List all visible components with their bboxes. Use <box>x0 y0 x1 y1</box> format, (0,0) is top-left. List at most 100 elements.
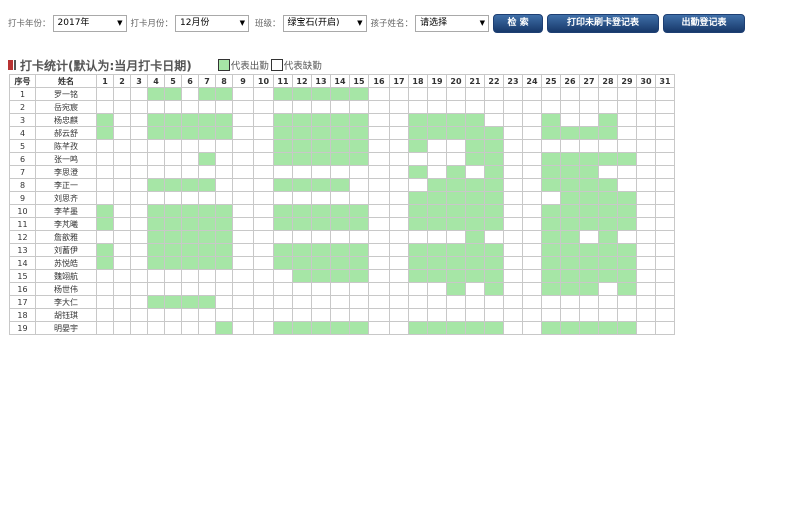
day-cell-absent <box>198 191 216 205</box>
day-cell-present <box>541 178 561 192</box>
day-cell-absent <box>389 321 409 335</box>
day-cell-absent <box>292 100 312 114</box>
day-cell-absent <box>368 165 390 179</box>
day-cell-absent <box>522 269 542 283</box>
day-cell-absent <box>522 165 542 179</box>
table-row: 2 岳宛宸 <box>9 100 675 114</box>
day-cell-absent <box>113 256 131 270</box>
day-cell-present <box>427 321 447 335</box>
day-cell-present <box>349 126 369 140</box>
print-missing-register-button[interactable]: 打印未刷卡登记表 <box>547 13 660 33</box>
day-cell-absent <box>147 308 165 322</box>
table-row: 16 杨世伟 <box>9 282 675 296</box>
day-cell-absent <box>330 100 350 114</box>
day-cell-absent <box>446 230 466 244</box>
day-cell-absent <box>522 204 542 218</box>
day-cell-absent <box>579 87 599 101</box>
year-select[interactable]: 2017年 ▼ <box>52 14 127 32</box>
day-cell-absent <box>253 256 274 270</box>
row-child-name: 刘思齐 <box>35 191 97 205</box>
search-button[interactable]: 检 索 <box>493 13 544 33</box>
day-cell-absent <box>446 100 466 114</box>
day-cell-absent <box>636 269 656 283</box>
day-cell-absent <box>503 243 523 257</box>
day-cell-present <box>181 217 199 231</box>
day-cell-present <box>273 256 293 270</box>
day-cell-present <box>349 217 369 231</box>
day-cell-present <box>273 321 293 335</box>
day-cell-absent <box>389 295 409 309</box>
day-cell-absent <box>655 100 675 114</box>
row-index: 4 <box>9 126 36 140</box>
class-label: 班级： <box>255 19 281 29</box>
day-cell-present <box>330 113 350 127</box>
day-cell-present <box>579 126 599 140</box>
day-cell-absent <box>181 152 199 166</box>
header-day: 8 <box>215 74 233 88</box>
day-cell-absent <box>113 295 131 309</box>
row-child-name: 罗一铭 <box>35 87 97 101</box>
day-cell-present <box>181 178 199 192</box>
month-select[interactable]: 12月份 ▼ <box>175 14 250 32</box>
day-cell-present <box>330 321 350 335</box>
class-select[interactable]: 绿宝石(开启) ▼ <box>282 14 367 32</box>
legend-absent-label: 代表缺勤 <box>283 61 322 72</box>
day-cell-absent <box>541 295 561 309</box>
day-cell-absent <box>636 243 656 257</box>
day-cell-absent <box>113 269 131 283</box>
day-cell-present <box>349 204 369 218</box>
day-cell-absent <box>408 152 428 166</box>
day-cell-absent <box>655 269 675 283</box>
day-cell-absent <box>389 204 409 218</box>
day-cell-absent <box>311 100 331 114</box>
day-cell-absent <box>636 100 656 114</box>
day-cell-absent <box>617 139 637 153</box>
day-cell-present <box>164 243 182 257</box>
day-cell-absent <box>113 113 131 127</box>
legend-present-label: 代表出勤 <box>230 61 269 72</box>
day-cell-present <box>579 152 599 166</box>
row-child-name: 陈芊孜 <box>35 139 97 153</box>
day-cell-present <box>215 217 233 231</box>
child-name-select[interactable]: 请选择 ▼ <box>415 14 490 32</box>
day-cell-present <box>330 152 350 166</box>
day-cell-absent <box>427 230 447 244</box>
day-cell-absent <box>579 295 599 309</box>
day-cell-absent <box>579 230 599 244</box>
day-cell-absent <box>330 282 350 296</box>
day-cell-present <box>484 269 504 283</box>
day-cell-absent <box>349 230 369 244</box>
day-cell-absent <box>598 100 618 114</box>
day-cell-absent <box>389 256 409 270</box>
day-cell-present <box>349 113 369 127</box>
day-cell-absent <box>232 126 254 140</box>
day-cell-absent <box>484 230 504 244</box>
day-cell-absent <box>164 152 182 166</box>
row-child-name: 胡钰琪 <box>35 308 97 322</box>
attendance-register-button[interactable]: 出勤登记表 <box>663 13 746 33</box>
day-cell-present <box>349 243 369 257</box>
header-day: 4 <box>147 74 165 88</box>
day-cell-absent <box>232 269 254 283</box>
day-cell-present <box>560 256 580 270</box>
day-cell-present <box>484 191 504 205</box>
day-cell-absent <box>368 308 390 322</box>
day-cell-absent <box>636 204 656 218</box>
day-cell-present <box>181 230 199 244</box>
day-cell-absent <box>253 139 274 153</box>
day-cell-absent <box>655 191 675 205</box>
day-cell-absent <box>113 100 131 114</box>
day-cell-absent <box>232 321 254 335</box>
day-cell-absent <box>389 308 409 322</box>
day-cell-absent <box>655 126 675 140</box>
day-cell-absent <box>311 295 331 309</box>
day-cell-absent <box>349 295 369 309</box>
day-cell-absent <box>465 308 485 322</box>
day-cell-present <box>484 282 504 296</box>
day-cell-present <box>446 191 466 205</box>
row-child-name: 李正一 <box>35 178 97 192</box>
day-cell-present <box>215 321 233 335</box>
day-cell-absent <box>181 139 199 153</box>
day-cell-present <box>617 282 637 296</box>
day-cell-present <box>617 269 637 283</box>
